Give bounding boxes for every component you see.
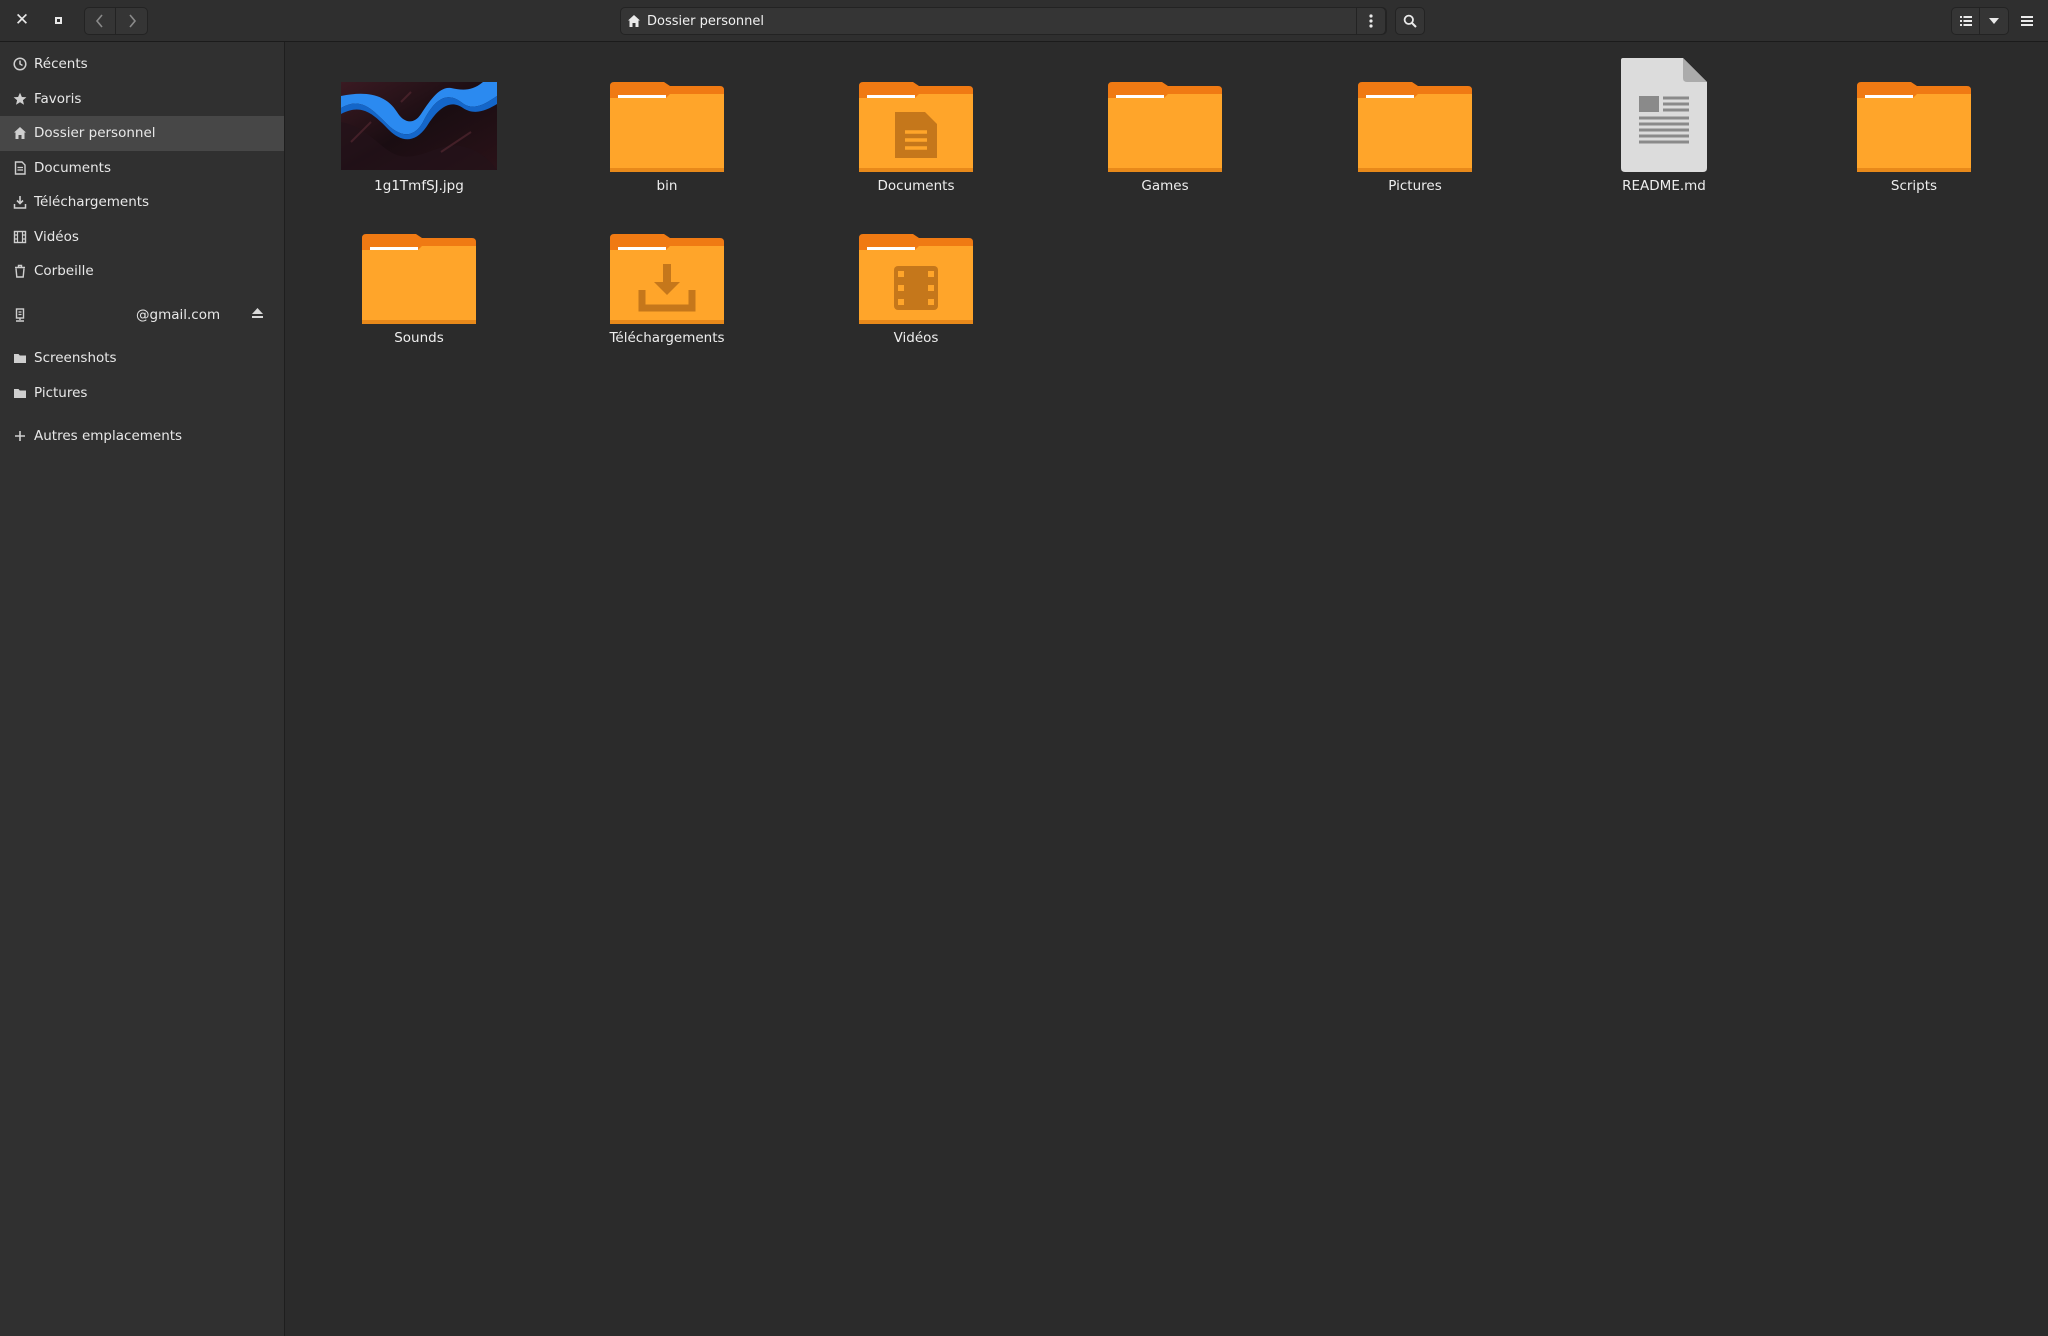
- folder-icon: [12, 385, 28, 401]
- sidebar-item-documents[interactable]: Documents: [0, 151, 284, 186]
- file-item-text[interactable]: README.md: [1574, 56, 1754, 194]
- path-menu-button[interactable]: [1356, 7, 1386, 35]
- search-button[interactable]: [1395, 7, 1425, 35]
- star-icon: [12, 91, 28, 107]
- sidebar: Récents Favoris Dossier personnel Docume…: [0, 42, 285, 1336]
- sidebar-item-videos[interactable]: Vidéos: [0, 220, 284, 255]
- folder-icon: [12, 350, 28, 366]
- sidebar-item-label: Vidéos: [34, 228, 79, 245]
- chevron-left-icon: [95, 14, 103, 28]
- chevron-down-icon: [1989, 18, 1999, 24]
- folder-item[interactable]: Scripts: [1824, 56, 2004, 194]
- search-icon: [1403, 14, 1417, 28]
- file-name: Documents: [877, 178, 955, 194]
- maximize-window-button[interactable]: [44, 6, 72, 34]
- document-icon: [12, 160, 28, 176]
- sidebar-item-home[interactable]: Dossier personnel: [0, 116, 284, 151]
- sidebar-item-label: Screenshots: [34, 350, 117, 367]
- sidebar-item-label: @gmail.com: [136, 306, 221, 323]
- sidebar-item-label: Documents: [34, 159, 111, 176]
- file-name: README.md: [1622, 178, 1706, 194]
- close-icon: ✕: [14, 10, 30, 30]
- path-bar[interactable]: Dossier personnel: [620, 7, 1387, 35]
- home-icon: [628, 15, 640, 27]
- sidebar-separator: [0, 332, 284, 341]
- sidebar-item-label: Téléchargements: [34, 194, 150, 211]
- trash-icon: [12, 263, 28, 279]
- sidebar-separator: [0, 289, 284, 298]
- network-drive-icon: [12, 307, 28, 323]
- file-name: Sounds: [394, 330, 444, 346]
- close-window-button[interactable]: ✕: [8, 6, 36, 34]
- plus-icon: [12, 428, 28, 444]
- folder-item-documents[interactable]: Documents: [826, 56, 1006, 194]
- folder-icon: [577, 56, 757, 174]
- sidebar-item-label: Pictures: [34, 384, 88, 401]
- sidebar-item-trash[interactable]: Corbeille: [0, 254, 284, 289]
- path-crumb-label: Dossier personnel: [647, 13, 765, 29]
- chevron-right-icon: [128, 14, 136, 28]
- folder-icon: [1824, 56, 2004, 174]
- forward-button[interactable]: [116, 8, 147, 34]
- file-grid[interactable]: 1g1TmfSJ.jpg bin Documents Games Picture…: [286, 42, 2048, 1336]
- folder-item-videos[interactable]: Vidéos: [826, 208, 1006, 346]
- folder-item-downloads[interactable]: Téléchargements: [577, 208, 757, 346]
- view-toggle-group: [1951, 7, 2009, 35]
- folder-item[interactable]: Pictures: [1325, 56, 1505, 194]
- folder-item[interactable]: bin: [577, 56, 757, 194]
- folder-item[interactable]: Games: [1075, 56, 1255, 194]
- image-thumbnail: [329, 56, 509, 174]
- folder-download-icon: [577, 208, 757, 326]
- film-icon: [12, 229, 28, 245]
- sidebar-item-recents[interactable]: Récents: [0, 47, 284, 82]
- file-name: Téléchargements: [609, 330, 725, 346]
- home-icon: [12, 125, 28, 141]
- sidebar-item-network-drive[interactable]: @gmail.com: [0, 298, 284, 333]
- file-name: Scripts: [1890, 178, 1938, 194]
- sidebar-item-screenshots[interactable]: Screenshots: [0, 341, 284, 376]
- file-name: Vidéos: [893, 330, 939, 346]
- view-options-button[interactable]: [1980, 8, 2008, 34]
- folder-videos-icon: [826, 208, 1006, 326]
- sidebar-item-downloads[interactable]: Téléchargements: [0, 185, 284, 220]
- clock-icon: [12, 56, 28, 72]
- folder-icon: [329, 208, 509, 326]
- file-name: Games: [1141, 178, 1189, 194]
- hamburger-icon: [2021, 16, 2033, 26]
- sidebar-item-label: Favoris: [34, 90, 82, 107]
- sidebar-item-pictures[interactable]: Pictures: [0, 376, 284, 411]
- list-view-button[interactable]: [1952, 8, 1981, 34]
- sidebar-item-label: Récents: [34, 56, 88, 73]
- text-file-icon: [1574, 56, 1754, 174]
- main-menu-button[interactable]: [2013, 7, 2041, 35]
- sidebar-item-other-locations[interactable]: Autres emplacements: [0, 419, 284, 454]
- vertical-dots-icon: [1369, 14, 1373, 28]
- folder-icon: [1325, 56, 1505, 174]
- maximize-icon: [54, 16, 62, 24]
- navigation-group: [84, 7, 148, 35]
- sidebar-separator: [0, 410, 284, 419]
- list-view-icon: [1959, 16, 1972, 26]
- sidebar-item-label: Autres emplacements: [34, 428, 183, 445]
- back-button[interactable]: [85, 8, 117, 34]
- download-icon: [12, 194, 28, 210]
- folder-icon: [1075, 56, 1255, 174]
- sidebar-item-label: Corbeille: [34, 263, 94, 280]
- folder-item[interactable]: Sounds: [329, 208, 509, 346]
- file-name: 1g1TmfSJ.jpg: [374, 178, 464, 194]
- eject-icon[interactable]: [251, 307, 264, 323]
- file-item-image[interactable]: 1g1TmfSJ.jpg: [329, 56, 509, 194]
- header-bar: ✕ Dossier personnel: [0, 0, 2048, 42]
- file-name: bin: [656, 178, 678, 194]
- folder-documents-icon: [826, 56, 1006, 174]
- sidebar-item-label: Dossier personnel: [34, 125, 156, 142]
- file-name: Pictures: [1388, 178, 1442, 194]
- sidebar-item-favorites[interactable]: Favoris: [0, 82, 284, 117]
- path-crumb-home[interactable]: Dossier personnel: [627, 8, 764, 34]
